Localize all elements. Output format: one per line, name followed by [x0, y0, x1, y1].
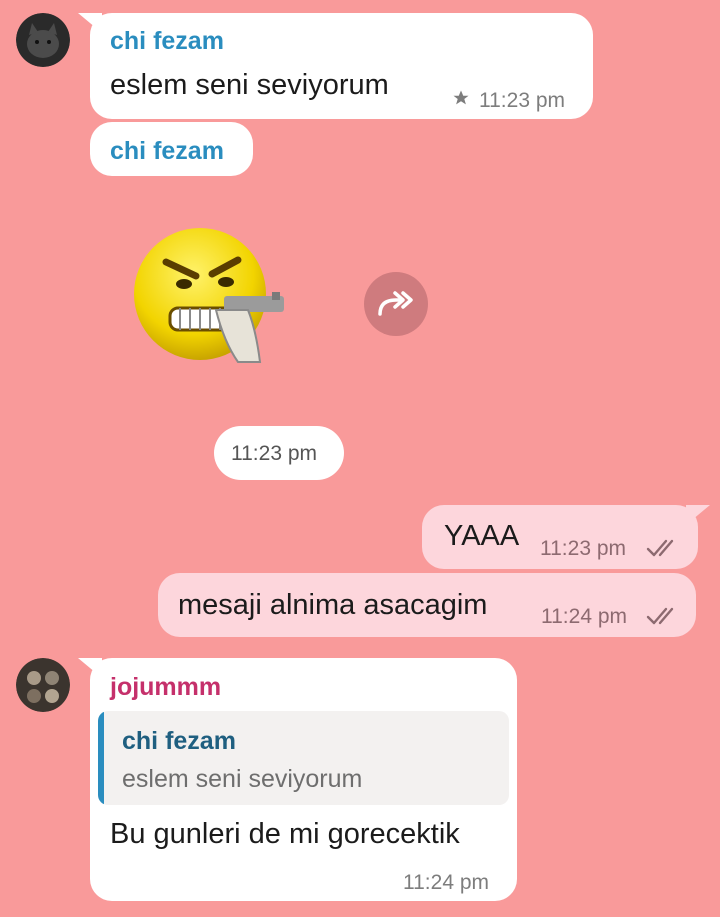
message-text: YAAA: [444, 520, 520, 552]
message-bubble-1[interactable]: chi fezam eslem seni seviyorum 11:23 pm: [90, 13, 593, 119]
reply-bar: [98, 711, 104, 805]
avatar-chi-fezam[interactable]: [16, 13, 70, 67]
message-text: eslem seni seviyorum: [110, 69, 389, 101]
reply-quote[interactable]: chi fezam eslem seni seviyorum: [98, 711, 509, 805]
message-text: mesaji alnima asacagim: [178, 589, 488, 621]
message-bubble-mesaji[interactable]: mesaji alnima asacagim 11:24 pm: [158, 573, 696, 637]
star-icon: [452, 89, 470, 112]
message-sender[interactable]: chi fezam: [110, 27, 224, 56]
message-time: 11:23 pm: [479, 89, 565, 112]
sticker-sender-bubble[interactable]: chi fezam: [90, 122, 253, 176]
message-time: 11:24 pm: [541, 605, 627, 628]
double-check-icon: [646, 537, 678, 564]
message-bubble-yaaa[interactable]: YAAA 11:23 pm: [422, 505, 698, 569]
message-time: 11:24 pm: [403, 871, 489, 894]
sticker-time-chip: 11:23 pm: [214, 426, 344, 480]
sticker-angry-emoji-with-gun[interactable]: [128, 222, 290, 370]
sticker-time: 11:23 pm: [231, 442, 317, 465]
reply-sender: chi fezam: [122, 727, 236, 755]
message-sender[interactable]: jojummm: [110, 673, 221, 702]
forward-icon[interactable]: [364, 272, 428, 336]
double-check-icon: [646, 605, 678, 632]
avatar-jojummm[interactable]: [16, 658, 70, 712]
message-bubble-jojummm[interactable]: jojummm chi fezam eslem seni seviyorum B…: [90, 658, 517, 901]
reply-text: eslem seni seviyorum: [122, 765, 363, 793]
message-time: 11:23 pm: [540, 537, 626, 560]
message-text: Bu gunleri de mi gorecektik: [110, 818, 460, 850]
message-sender[interactable]: chi fezam: [110, 137, 224, 166]
